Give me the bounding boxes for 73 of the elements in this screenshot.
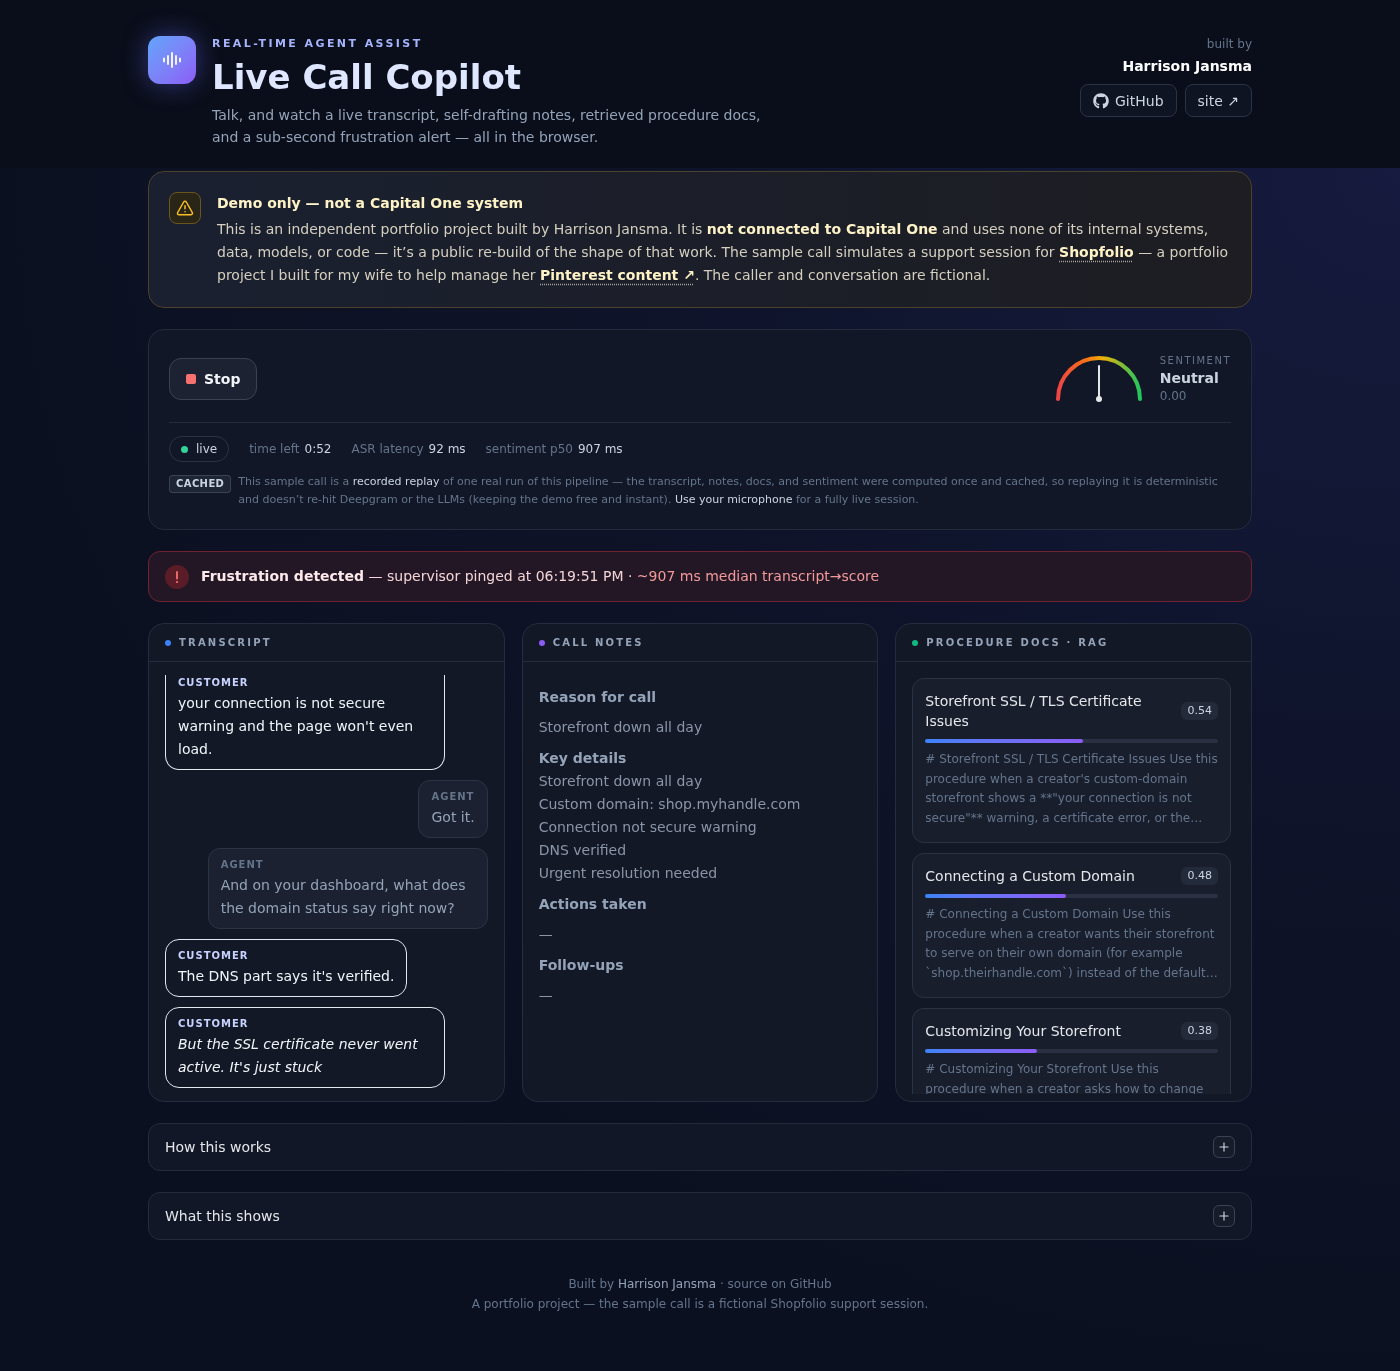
notes-item: DNS verified [538, 841, 628, 860]
notes-item: Storefront down all day [538, 772, 704, 791]
score-badge: 0.38 [1181, 1022, 1218, 1040]
message-text: The DNS part says it's verified. [178, 967, 395, 986]
stop-icon [186, 374, 196, 384]
stat-label: sentiment p50 [485, 441, 573, 458]
notes-item: Storefront down all day [538, 718, 704, 737]
accordion-toggle[interactable]: What this shows [148, 1192, 1252, 1240]
speaker-label: CUSTOMER [178, 949, 250, 963]
doc-title: Storefront SSL / TLS Certificate Issues [925, 692, 1143, 731]
panel-title: PROCEDURE DOCS · RAG [926, 636, 1109, 650]
message-text: And on your dashboard, what does the domain status say right now? [220, 876, 467, 918]
status-label: live [196, 441, 218, 458]
speaker-label: AGENT [431, 790, 475, 804]
sentiment-label: SENTIMENT [1159, 354, 1231, 368]
notes-item: — [538, 986, 554, 1005]
cached-badge: CACHED [169, 475, 232, 493]
stat-label: ASR latency [351, 441, 424, 458]
notes-heading: Reason for call [538, 688, 657, 707]
speaker-label: AGENT [220, 858, 265, 872]
author-link[interactable]: Harrison Jansma [617, 1277, 717, 1291]
alert-text: Frustration detected — supervisor pinged at 06:19:51 PM · ~907 ms median transcript→score [201, 567, 880, 586]
doc-card[interactable] [912, 853, 1231, 998]
footer-credit: Built by Harrison Jansma · source on GitHub [567, 1276, 833, 1293]
github-icon [1093, 92, 1109, 109]
doc-title: Customizing Your Storefront [925, 1022, 1121, 1041]
score-badge: 0.48 [1181, 867, 1218, 885]
page-subtitle: Talk, and watch a live transcript, self-drafting notes, retrieved procedure docs, and a sub-second frustration alert — all in the browser. [212, 106, 762, 147]
stat-value: 92 ms [428, 441, 466, 458]
inline-link[interactable]: Shopfolio [1059, 244, 1134, 260]
speaker-label: CUSTOMER [178, 676, 250, 690]
message-text: your connection is not secure warning and the page won't even load. [178, 694, 415, 759]
doc-card[interactable] [912, 678, 1231, 843]
header-link[interactable]: GitHub [1080, 84, 1177, 117]
notes-heading: Key details [538, 749, 628, 768]
built-by-label: built by [1206, 36, 1252, 52]
footer-note: A portfolio project — the sample call is a fictional Shopfolio support session. [470, 1296, 930, 1313]
page-title: Live Call Copilot [212, 57, 522, 97]
notes-item: Urgent resolution needed [538, 864, 719, 883]
warning-icon [169, 192, 201, 224]
source-link[interactable]: source on GitHub [727, 1277, 832, 1291]
sentiment-mood: Neutral [1159, 369, 1220, 388]
eyebrow-label: REAL-TIME AGENT ASSIST [212, 36, 424, 52]
notes-item: Connection not secure warning [538, 818, 758, 837]
plus-icon [1213, 1136, 1235, 1158]
header-link[interactable]: site ↗ [1184, 84, 1252, 117]
alert-icon [165, 564, 189, 589]
stat-label: time left [249, 441, 300, 458]
doc-snippet: # Connecting a Custom Domain Use this procedure when a creator wants their storefront to serve on their own domain (for example `shop.theirhandle.com`) instead of the default… [925, 906, 1218, 982]
doc-title: Connecting a Custom Domain [925, 867, 1135, 886]
notes-item: Custom domain: shop.myhandle.com [538, 795, 802, 814]
plus-icon [1213, 1205, 1235, 1227]
message-text: But the SSL certificate never went active. It's just stuck [178, 1035, 419, 1077]
panel-title: TRANSCRIPT [179, 636, 272, 650]
panel-title: CALL NOTES [552, 636, 644, 650]
score-badge: 0.54 [1181, 702, 1218, 720]
author-name: Harrison Jansma [1122, 57, 1252, 76]
message-text: Got it. [431, 808, 475, 827]
doc-snippet: # Storefront SSL / TLS Certificate Issues Use this procedure when a creator's custom-domain storefront shows a **"your connection is not secure"** warning, a certificate error, or the… [925, 751, 1218, 827]
inline-link[interactable]: Pinterest content ↗ [540, 267, 695, 283]
notice-title: Demo only — not a Capital One system [217, 194, 525, 213]
cache-note: This sample call is a recorded replay of one real run of this pipeline — the transcript, notes, docs, and sentiment were computed once and cached, so replaying it is deterministic and doesn’t re-hit Deepgram or the LLMs (keeping the demo free and instant). Use your microphone for a fully live session. [238, 474, 1219, 508]
stat-value: 0:52 [304, 441, 332, 458]
stop-button[interactable]: Stop [169, 358, 258, 400]
stat-value: 907 ms [577, 441, 623, 458]
waveform-icon [148, 36, 196, 84]
accordion-toggle[interactable]: How this works [148, 1123, 1252, 1171]
sentiment-score: 0.00 [1159, 388, 1188, 404]
speaker-label: CUSTOMER [178, 1017, 250, 1031]
notice-text: This is an independent portfolio project built by Harrison Jansma. It is not connected to Capital One and uses none of its internal systems, data, models, or code — it’s a public re-build of the shape of that work. The sample call simulates a support session for Shopfolio — a portfolio project I built for my wife to help manage her Pinterest content ↗. The caller and conversation are fictional. [217, 220, 1230, 285]
notes-item: — [538, 925, 554, 944]
notes-heading: Actions taken [538, 895, 648, 914]
notes-heading: Follow-ups [538, 956, 625, 975]
